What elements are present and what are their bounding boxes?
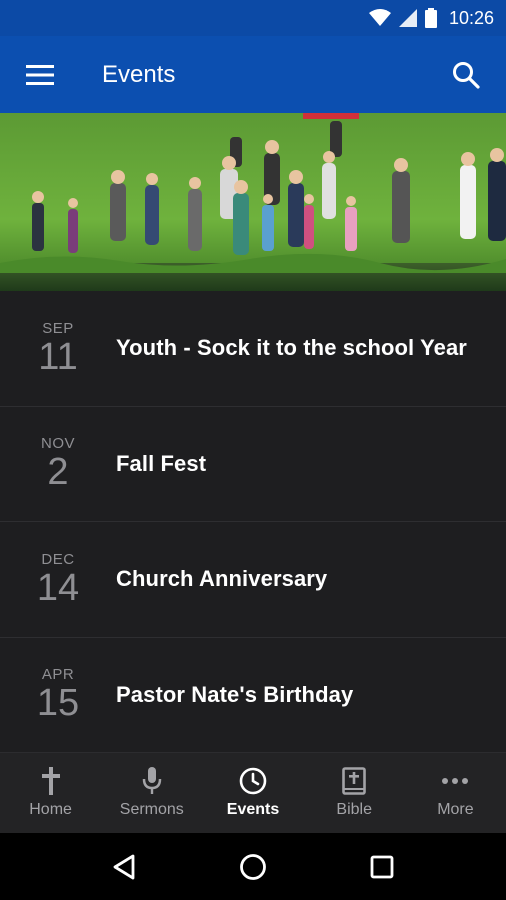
clock-icon — [239, 767, 267, 795]
menu-button[interactable] — [0, 36, 80, 113]
event-row[interactable]: NOV 2 Fall Fest — [0, 407, 506, 522]
nav-label-events: Events — [226, 801, 280, 818]
search-button[interactable] — [426, 36, 506, 113]
bottom-navigation: Home Sermons Events Bible More — [0, 752, 506, 833]
event-date: APR 15 — [0, 666, 116, 723]
event-day: 14 — [36, 566, 80, 609]
event-month: APR — [41, 666, 75, 684]
page-title: Events — [102, 60, 176, 88]
system-navigation-bar — [0, 833, 506, 900]
event-title: Youth - Sock it to the school Year — [116, 335, 467, 361]
microphone-icon — [142, 767, 162, 794]
status-bar: 10:26 — [0, 0, 506, 36]
wifi-icon — [368, 9, 391, 26]
event-title: Fall Fest — [116, 450, 207, 476]
events-list: SEP 11 Youth - Sock it to the school Yea… — [0, 291, 506, 753]
event-row[interactable]: DEC 14 Church Anniversary — [0, 522, 506, 638]
signal-icon — [398, 9, 417, 27]
event-title: Church Anniversary — [116, 566, 328, 592]
nav-item-sermons[interactable]: Sermons — [101, 753, 202, 833]
event-month: SEP — [42, 319, 74, 337]
status-time: 10:26 — [448, 7, 494, 28]
event-date: DEC 14 — [0, 551, 116, 608]
nav-item-more[interactable]: More — [405, 753, 506, 833]
hamburger-menu-icon — [26, 64, 54, 85]
event-row[interactable]: APR 15 Pastor Nate's Birthday — [0, 638, 506, 753]
event-row[interactable]: SEP 11 Youth - Sock it to the school Yea… — [0, 291, 506, 407]
nav-label-home: Home — [29, 801, 72, 818]
battery-icon — [424, 8, 437, 28]
events-hero-image — [0, 113, 506, 291]
event-title: Pastor Nate's Birthday — [116, 681, 354, 707]
event-date: NOV 2 — [0, 435, 116, 492]
bible-icon — [342, 767, 367, 795]
event-date: SEP 11 — [0, 320, 116, 377]
nav-item-bible[interactable]: Bible — [304, 753, 405, 833]
event-month: DEC — [41, 550, 75, 568]
nav-label-bible: Bible — [336, 801, 372, 818]
nav-item-events[interactable]: Events — [202, 753, 303, 833]
more-dots-icon — [442, 778, 469, 784]
back-icon[interactable] — [112, 854, 136, 880]
event-day: 15 — [36, 682, 80, 725]
home-circle-icon[interactable] — [239, 853, 267, 881]
cross-icon — [41, 767, 60, 795]
search-icon — [453, 61, 480, 89]
nav-label-more: More — [437, 801, 474, 818]
recents-square-icon[interactable] — [370, 855, 394, 879]
nav-label-sermons: Sermons — [119, 801, 184, 818]
event-day: 2 — [47, 451, 69, 494]
app-bar: Events — [0, 36, 506, 113]
event-month: NOV — [40, 435, 75, 453]
event-day: 11 — [38, 335, 78, 378]
nav-item-home[interactable]: Home — [0, 753, 101, 833]
